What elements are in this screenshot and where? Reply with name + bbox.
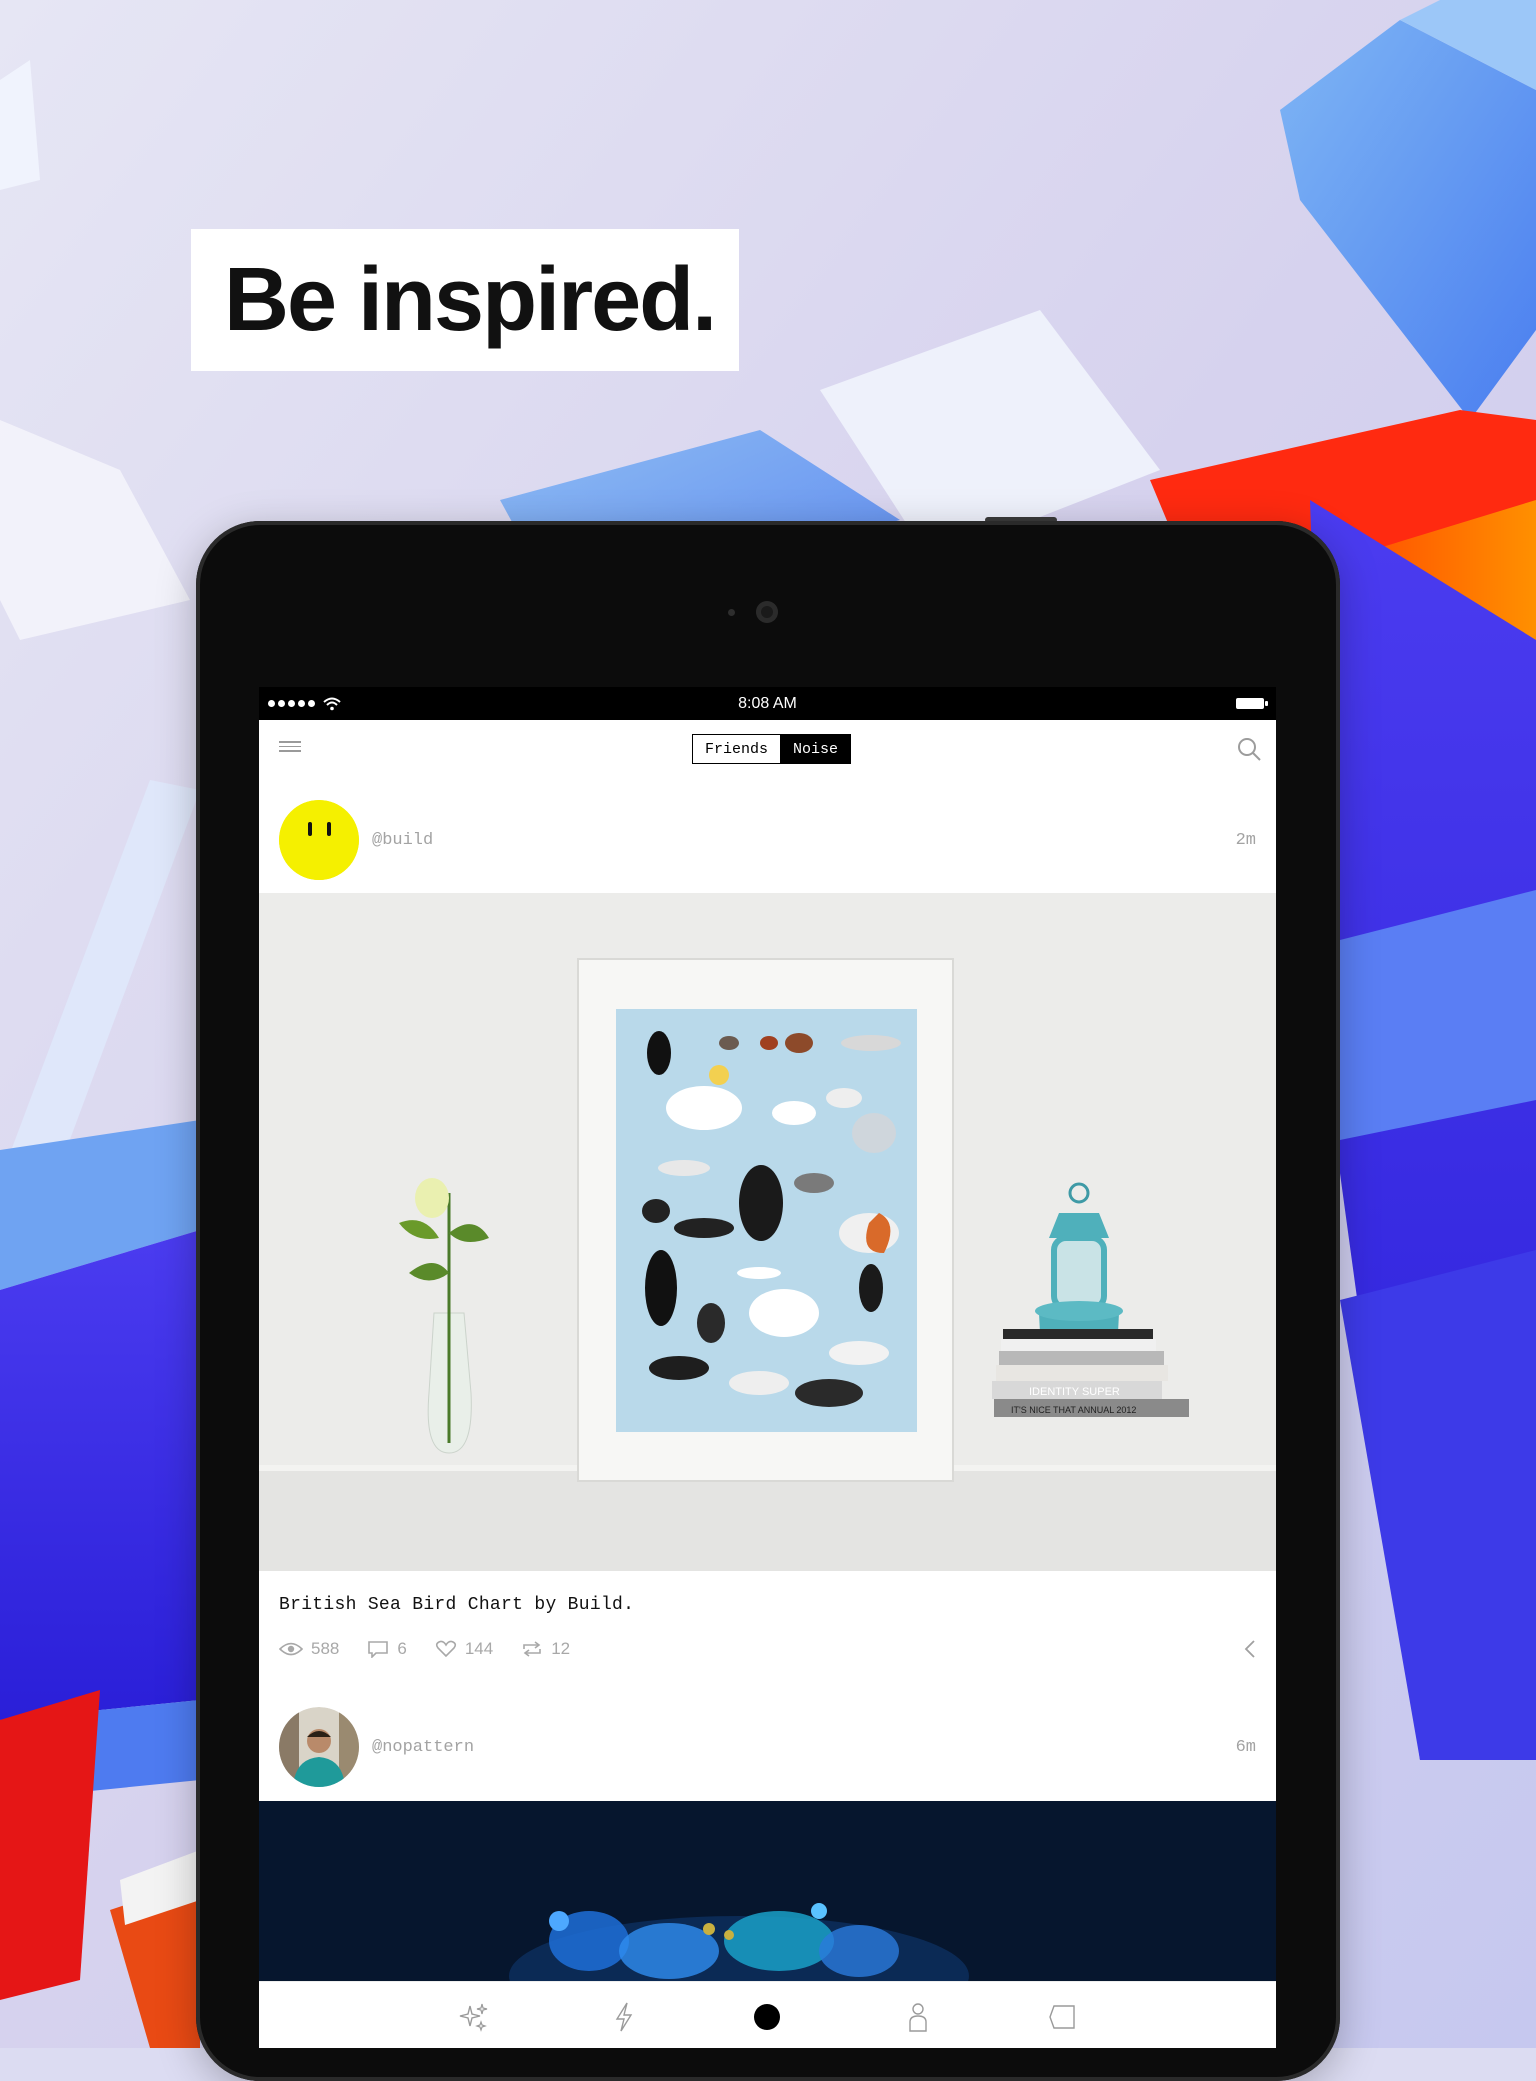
tab-bar [259,1981,1276,2048]
headline-banner: Be inspired. [191,229,739,371]
post-caption: British Sea Bird Chart by Build. [279,1595,635,1615]
bolt-icon[interactable] [607,2000,641,2034]
likes-count: 144 [464,1639,494,1658]
tablet-camera [756,601,778,623]
comment-icon [368,1641,389,1658]
app-screen: 8:08 AM Friends Noise @build 2m IT'S NIC… [259,687,1276,2048]
views-stat: 588 [279,1639,339,1659]
battery-icon [1236,698,1268,709]
reposts-stat[interactable]: 12 [521,1639,570,1659]
tab-friends[interactable]: Friends [693,735,782,763]
views-count: 588 [311,1639,340,1658]
post-timestamp: 2m [1235,831,1256,850]
record-dot-icon[interactable] [750,2000,784,2034]
tab-noise[interactable]: Noise [781,735,851,763]
heart-icon [435,1640,456,1658]
search-icon[interactable] [1236,736,1262,762]
post-header: @build 2m [259,782,1276,882]
comments-count: 6 [397,1639,407,1658]
post-username[interactable]: @build [372,831,433,850]
status-time: 8:08 AM [738,695,797,712]
nav-bar: Friends Noise [259,720,1276,782]
person-photo-avatar [279,1707,359,1787]
feed-segmented-control: Friends Noise [692,734,852,764]
book-spine-text: IT'S NICE THAT ANNUAL 2012 [1011,1405,1136,1415]
eye-icon [279,1642,303,1656]
comments-stat[interactable]: 6 [367,1639,407,1659]
chevron-left-icon[interactable] [1242,1637,1258,1661]
tablet-sensor [728,609,735,616]
post-stats: 588 6 144 12 [279,1637,570,1661]
hamburger-menu-icon[interactable] [279,741,301,757]
likes-stat[interactable]: 144 [435,1639,493,1659]
post-image[interactable] [259,1801,1276,1981]
reposts-count: 12 [551,1639,571,1658]
smiley-avatar-icon [279,800,359,880]
avatar[interactable] [279,800,359,880]
tag-icon[interactable] [1046,2000,1080,2034]
status-bar: 8:08 AM [259,687,1276,720]
headline-text: Be inspired. [224,250,717,350]
post-timestamp: 6m [1235,1738,1256,1757]
post-image[interactable]: IT'S NICE THAT ANNUAL 2012 IDENTITY SUPE… [259,893,1276,1571]
repost-icon [523,1641,542,1657]
avatar[interactable] [279,1707,359,1787]
book-spine-text-2: IDENTITY SUPER [1029,1386,1120,1398]
sparkle-icon[interactable] [457,2000,491,2034]
post-username[interactable]: @nopattern [372,1738,474,1757]
post-header: @nopattern 6m [259,1689,1276,1789]
profile-icon[interactable] [901,2000,935,2034]
